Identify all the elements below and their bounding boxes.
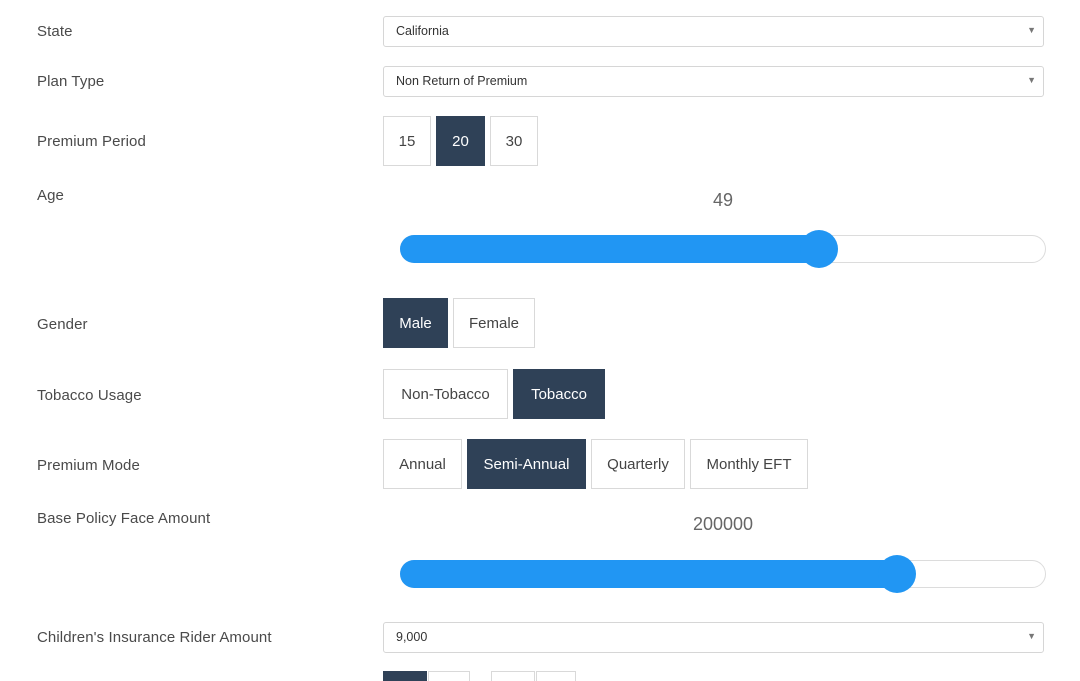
child-rider-label: Children's Insurance Rider Amount — [37, 629, 272, 646]
face-amount-slider-fill — [400, 560, 904, 588]
chevron-down-icon: ▼ — [1027, 25, 1036, 35]
gender-female-button[interactable]: Female — [453, 298, 535, 348]
plan-type-select[interactable]: Non Return of Premium ▼ — [383, 66, 1044, 97]
mode-monthly-eft-button[interactable]: Monthly EFT — [690, 439, 808, 489]
state-select[interactable]: California ▼ — [383, 16, 1044, 47]
state-label: State — [37, 23, 73, 40]
premium-period-group: 15 20 30 — [383, 116, 543, 166]
premium-mode-group: Annual Semi-Annual Quarterly Monthly EFT — [383, 439, 813, 489]
premium-period-20-button[interactable]: 20 — [436, 116, 485, 166]
tobacco-yes-button[interactable]: Tobacco — [513, 369, 605, 419]
gender-male-button[interactable]: Male — [383, 298, 448, 348]
plan-type-select-value: Non Return of Premium — [396, 74, 528, 88]
age-slider-thumb[interactable] — [800, 230, 838, 268]
face-amount-label: Base Policy Face Amount — [37, 510, 211, 527]
age-slider-fill — [400, 235, 826, 263]
age-label: Age — [37, 187, 64, 204]
next-row-button[interactable] — [491, 671, 535, 681]
state-select-value: California — [396, 24, 449, 38]
face-amount-value: 200000 — [692, 514, 754, 534]
mode-quarterly-button[interactable]: Quarterly — [591, 439, 685, 489]
next-row-active-button[interactable] — [383, 671, 427, 681]
chevron-down-icon: ▼ — [1027, 631, 1036, 641]
gender-group: Male Female — [383, 298, 540, 348]
premium-period-30-button[interactable]: 30 — [490, 116, 538, 166]
premium-mode-label: Premium Mode — [37, 457, 140, 474]
age-value: 49 — [712, 190, 734, 210]
chevron-down-icon: ▼ — [1027, 75, 1036, 85]
tobacco-usage-label: Tobacco Usage — [37, 387, 142, 404]
child-rider-select[interactable]: 9,000 ▼ — [383, 622, 1044, 653]
mode-semi-annual-button[interactable]: Semi-Annual — [467, 439, 586, 489]
child-rider-select-value: 9,000 — [396, 630, 428, 644]
gender-label: Gender — [37, 316, 88, 333]
plan-type-label: Plan Type — [37, 73, 105, 90]
tobacco-usage-group: Non-Tobacco Tobacco — [383, 369, 610, 419]
premium-period-label: Premium Period — [37, 133, 146, 150]
mode-annual-button[interactable]: Annual — [383, 439, 462, 489]
tobacco-non-button[interactable]: Non-Tobacco — [383, 369, 508, 419]
face-amount-slider-thumb[interactable] — [878, 555, 916, 593]
premium-period-15-button[interactable]: 15 — [383, 116, 431, 166]
next-row-button[interactable] — [536, 671, 576, 681]
next-row-button[interactable] — [428, 671, 470, 681]
